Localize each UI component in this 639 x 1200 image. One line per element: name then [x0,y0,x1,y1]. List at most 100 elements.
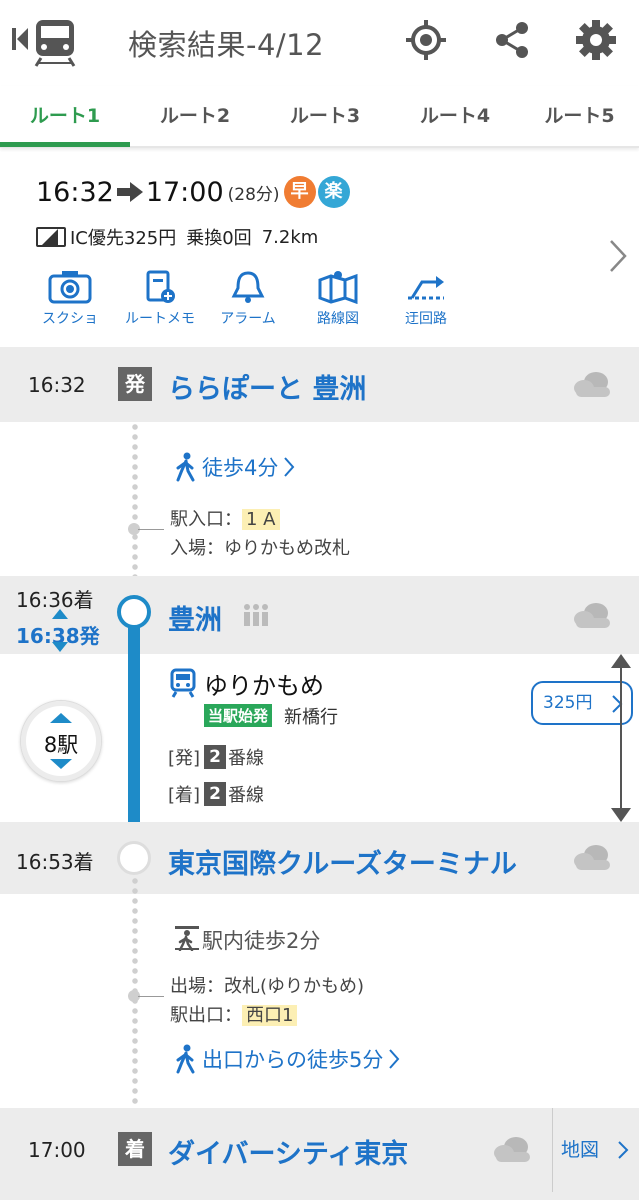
entrance-info: 駅入口： 1 A [170,505,280,531]
entrance-value: 1 A [242,509,280,530]
settings-button[interactable] [574,18,618,62]
tab-route-1[interactable]: ルート1 [0,86,130,146]
route-memo-button[interactable]: ルートメモ [110,270,210,328]
alarm-label: アラーム [220,311,276,327]
exit-info: 駅出口： 西口1 [170,1001,298,1027]
alarm-button[interactable]: アラーム [198,270,298,328]
arrival-tag: 着 [118,1132,152,1166]
origin-station-row[interactable]: 16:32 発 ららぽーと 豊洲 [0,347,639,422]
departure-tag: 発 [118,367,152,401]
cloudy-weather-icon [574,372,610,397]
tab-route-4[interactable]: ルート4 [390,86,520,146]
camera-icon [48,271,92,304]
location-button[interactable] [404,18,448,62]
stops-count: 8駅 [43,733,79,757]
ic-card-icon [36,227,66,247]
dep-track-suffix: 番線 [228,748,265,769]
walk-from-exit-link[interactable]: 出口からの徒歩5分 [174,1044,401,1074]
walk-4min-label: 徒歩4分 [202,456,279,480]
segment-span-arrow-icon [611,654,631,822]
top-bar: 検索結果-4/12 [0,0,639,86]
crowd-level-icon [244,604,268,626]
timeline-connector [138,996,164,997]
exit-gate-info: 出場：改札(ゆりかもめ) [170,976,365,997]
tab-route-5[interactable]: ルート5 [520,86,639,146]
departure-track: [発] 2 番線 [168,744,264,770]
map-button[interactable]: 地図 [552,1108,639,1192]
stops-count-button[interactable]: 8駅 [20,700,102,782]
summary-arr-time: 17:00 [145,176,224,208]
chevron-right-icon [389,1049,400,1069]
map-icon [318,271,358,304]
destination-station-name[interactable]: ダイバーシティ東京 [168,1132,408,1171]
alight-node [117,841,151,875]
page-title: 検索結果-4/12 [128,28,325,62]
destination-time: 17:00 [28,1138,86,1162]
gate-info: 入場：ゆりかもめ改札 [170,538,350,559]
chevron-right-icon [618,1141,629,1159]
board-node [117,595,151,629]
route-distance: 7.2km [261,226,319,248]
detour-button[interactable]: 迂回路 [376,270,476,328]
entrance-label: 駅入口： [170,509,242,530]
arr-track-number: 2 [204,782,227,806]
arr-track-tag: [着] [168,785,201,806]
summary-duration: (28分) [227,184,280,205]
route-tabs: ルート1 ルート2 ルート3 ルート4 ルート5 [0,86,639,148]
route-map-button[interactable]: 路線図 [288,270,388,328]
time-up-arrow-icon [52,609,68,619]
time-down-arrow-icon [52,642,68,652]
fare-amount: 325円 [543,693,593,713]
memo-add-icon [146,270,175,303]
destination-station-row[interactable]: 17:00 着 ダイバーシティ東京 [0,1108,639,1200]
timeline-connector [138,529,164,530]
walk-4min-link[interactable]: 徒歩4分 [174,452,296,482]
dep-track-number: 2 [204,745,227,769]
detour-label: 迂回路 [405,311,447,327]
alight-station-row[interactable]: 16:53着 東京国際クルーズターミナル [0,822,639,894]
arrow-right-icon [116,182,143,202]
origin-station-name[interactable]: ららぽーと 豊洲 [168,367,366,406]
active-tab-indicator [0,142,130,147]
screenshot-label: スクショ [42,311,98,327]
alight-station-name[interactable]: 東京国際クルーズターミナル [168,842,517,881]
route-map-label: 路線図 [317,311,359,327]
station-walk-icon [175,926,199,951]
tab-route-2[interactable]: ルート2 [130,86,260,146]
detour-arrow-icon [408,276,444,300]
expand-down-icon [50,759,72,769]
gear-icon [576,20,616,60]
gps-target-icon [406,20,446,60]
origin-time: 16:32 [28,373,86,397]
route-meta: IC優先325円 乗換0回 7.2km [36,224,318,250]
walk-from-exit-label: 出口からの徒歩5分 [202,1048,384,1072]
share-button[interactable] [490,18,534,62]
action-bar: スクショ ルートメモ アラーム 路線図 迂回路 [0,270,500,340]
arr-track-suffix: 番線 [228,785,265,806]
origin-start-badge: 当駅始発 [204,704,273,727]
chevron-right-icon[interactable] [607,238,629,274]
train-icon [170,668,196,698]
exit-label: 駅出口： [170,1005,242,1026]
back-train-button[interactable] [8,16,82,68]
walk-dotted-line [132,422,138,576]
fast-badge: 早 [283,176,316,208]
ic-fare: IC優先325円 [70,228,177,249]
route-memo-label: ルートメモ [125,311,195,327]
share-icon [496,22,528,58]
train-line-name[interactable]: ゆりかもめ [204,666,324,701]
walking-person-icon [176,452,195,482]
route-summary[interactable]: 16:32 17:00 (28分) 早 楽 IC優先325円 乗換0回 7.2k… [0,152,639,347]
expand-up-icon [50,713,72,723]
cloudy-weather-icon [574,603,610,628]
train-destination: 新橋行 [284,707,338,728]
exit-value: 西口1 [242,1005,298,1026]
board-station-name[interactable]: 豊洲 [168,598,222,637]
chevron-right-icon [284,457,295,477]
boarding-station-row[interactable]: 16:36着 16:38発 豊洲 [0,576,639,654]
arrival-track: [着] 2 番線 [168,781,264,807]
summary-dep-time: 16:32 [36,176,114,208]
tab-route-3[interactable]: ルート3 [260,86,390,146]
cloudy-weather-icon [574,845,610,870]
screenshot-button[interactable]: スクショ [20,270,120,328]
